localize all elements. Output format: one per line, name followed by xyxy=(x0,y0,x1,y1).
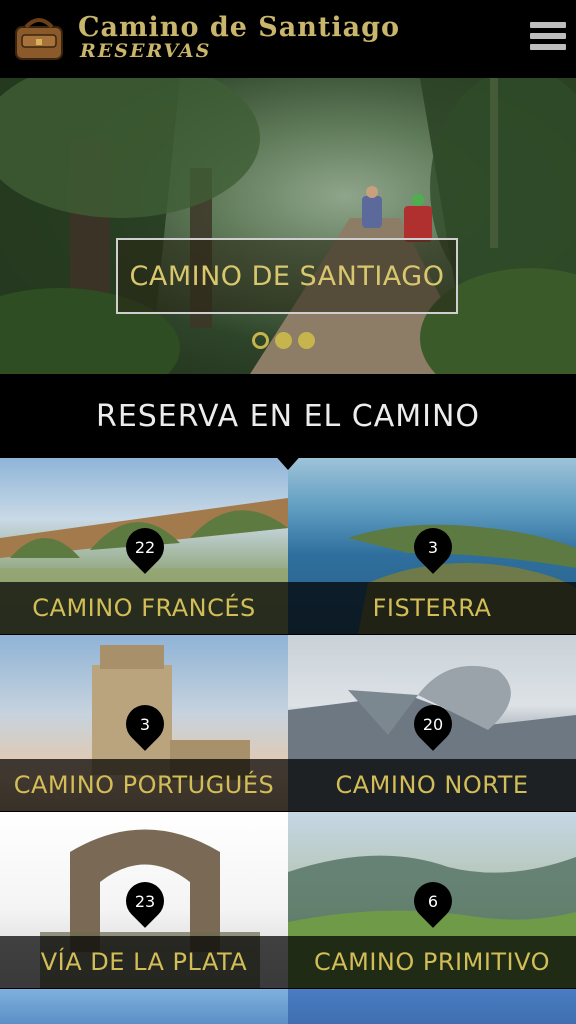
route-card-norte[interactable]: 20 CAMINO NORTE xyxy=(288,635,576,811)
app-subtitle: RESERVAS xyxy=(80,40,212,62)
route-count-badge: 6 xyxy=(427,891,439,911)
carousel-dots xyxy=(252,332,315,349)
route-count-badge: 3 xyxy=(427,537,439,557)
route-card-via-plata[interactable]: 23 VÍA DE LA PLATA xyxy=(0,812,288,988)
carousel-dot-1[interactable] xyxy=(252,332,269,349)
route-card-primitivo[interactable]: 6 CAMINO PRIMITIVO xyxy=(288,812,576,988)
hamburger-menu-icon[interactable] xyxy=(530,22,566,54)
route-count-badge: 22 xyxy=(134,537,156,557)
backpack-icon[interactable] xyxy=(12,13,66,63)
section-title: RESERVA EN EL CAMINO xyxy=(95,398,481,434)
route-card-next-right[interactable] xyxy=(288,989,576,1024)
route-card-frances[interactable]: 22 CAMINO FRANCÉS xyxy=(0,458,288,634)
route-label: CAMINO PRIMITIVO xyxy=(288,936,576,988)
route-count-badge: 3 xyxy=(139,714,151,734)
route-label: FISTERRA xyxy=(288,582,576,634)
section-header: RESERVA EN EL CAMINO xyxy=(0,374,576,458)
route-card-portugues[interactable]: 3 CAMINO PORTUGUÉS xyxy=(0,635,288,811)
route-card-next-left[interactable] xyxy=(0,989,288,1024)
hero-caption[interactable]: CAMINO DE SANTIAGO xyxy=(116,238,458,314)
hero-carousel[interactable]: CAMINO DE SANTIAGO xyxy=(0,78,576,374)
route-card-fisterra[interactable]: 3 FISTERRA xyxy=(288,458,576,634)
hero-forest-image xyxy=(0,78,576,374)
route-label: CAMINO FRANCÉS xyxy=(0,582,288,634)
app-header: Camino de Santiago RESERVAS xyxy=(0,0,576,78)
route-label: CAMINO NORTE xyxy=(288,759,576,811)
route-label: CAMINO PORTUGUÉS xyxy=(0,759,288,811)
carousel-dot-2[interactable] xyxy=(275,332,292,349)
carousel-dot-3[interactable] xyxy=(298,332,315,349)
route-count-badge: 23 xyxy=(134,891,156,911)
section-pointer xyxy=(272,452,304,470)
route-label: VÍA DE LA PLATA xyxy=(0,936,288,988)
route-count-badge: 20 xyxy=(422,714,444,734)
app-title: Camino de Santiago xyxy=(78,12,401,43)
